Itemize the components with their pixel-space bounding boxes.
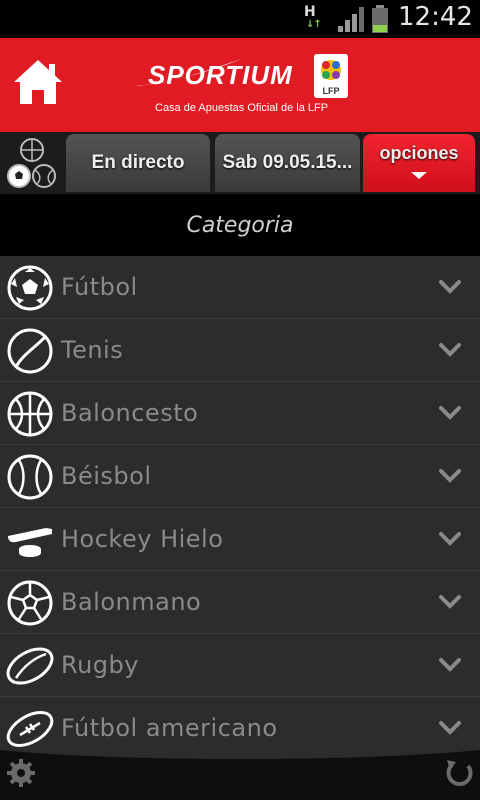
category-label: Béisbol bbox=[61, 462, 152, 490]
category-label: Tenis bbox=[61, 336, 124, 364]
baseball-icon bbox=[7, 454, 53, 500]
category-list: Fútbol Tenis Baloncesto Béisbol Hockey H… bbox=[0, 256, 480, 760]
home-icon[interactable] bbox=[12, 58, 64, 106]
status-bar: H ↓↑ 12:42 bbox=[0, 0, 480, 38]
gear-icon[interactable] bbox=[6, 758, 36, 788]
chevron-down-icon[interactable] bbox=[438, 593, 462, 611]
basketball-icon bbox=[7, 391, 53, 437]
network-h-icon: H ↓↑ bbox=[304, 4, 322, 30]
category-item-balonmano[interactable]: Balonmano bbox=[0, 571, 480, 634]
category-item-beisbol[interactable]: Béisbol bbox=[0, 445, 480, 508]
tab-date[interactable]: Sab 09.05.15... bbox=[215, 134, 360, 192]
category-item-rugby[interactable]: Rugby bbox=[0, 634, 480, 697]
tennis-ball-icon bbox=[7, 328, 53, 374]
tab-options[interactable]: opciones bbox=[363, 134, 475, 192]
sports-balls-icon[interactable] bbox=[4, 136, 58, 192]
network-type: H bbox=[304, 4, 316, 20]
tab-live[interactable]: En directo bbox=[66, 134, 210, 192]
category-label: Balonmano bbox=[61, 588, 202, 616]
bottom-bar-curve bbox=[0, 748, 480, 759]
lfp-badge-icon: LFP bbox=[314, 54, 348, 98]
american-football-icon bbox=[6, 711, 54, 747]
caret-down-icon bbox=[411, 172, 427, 179]
lfp-badge-text: LFP bbox=[323, 86, 340, 96]
tab-options-label: opciones bbox=[379, 143, 459, 163]
bottom-bar bbox=[0, 748, 480, 800]
category-label: Fútbol bbox=[61, 273, 138, 301]
category-label: Hockey Hielo bbox=[61, 525, 224, 553]
refresh-icon[interactable] bbox=[444, 758, 474, 788]
rugby-ball-icon bbox=[6, 647, 54, 685]
signal-icon bbox=[338, 7, 364, 32]
category-item-tenis[interactable]: Tenis bbox=[0, 319, 480, 382]
brand-tagline: Casa de Apuestas Oficial de la LFP bbox=[155, 102, 329, 114]
category-item-baloncesto[interactable]: Baloncesto bbox=[0, 382, 480, 445]
category-label: Baloncesto bbox=[61, 399, 199, 427]
chevron-down-icon[interactable] bbox=[438, 404, 462, 422]
category-item-futbol[interactable]: Fútbol bbox=[0, 256, 480, 319]
battery-icon bbox=[372, 5, 388, 33]
chevron-down-icon[interactable] bbox=[438, 719, 462, 737]
category-item-hockey-hielo[interactable]: Hockey Hielo bbox=[0, 508, 480, 571]
handball-icon bbox=[7, 580, 53, 626]
chevron-down-icon[interactable] bbox=[438, 656, 462, 674]
category-heading: Categoria bbox=[0, 196, 480, 256]
chevron-down-icon[interactable] bbox=[438, 530, 462, 548]
clock: 12:42 bbox=[398, 2, 473, 32]
hockey-stick-icon bbox=[8, 528, 52, 557]
chevron-down-icon[interactable] bbox=[438, 341, 462, 359]
chevron-down-icon[interactable] bbox=[438, 467, 462, 485]
tab-bar: En directo Sab 09.05.15... opciones bbox=[0, 132, 480, 194]
soccer-ball-icon bbox=[7, 265, 53, 311]
chevron-down-icon[interactable] bbox=[438, 278, 462, 296]
brand-logo-text: SPORTIUM bbox=[148, 60, 293, 90]
category-label: Rugby bbox=[61, 651, 139, 679]
app-header: SPORTIUM LFP Casa de Apuestas Oficial de… bbox=[0, 38, 480, 132]
